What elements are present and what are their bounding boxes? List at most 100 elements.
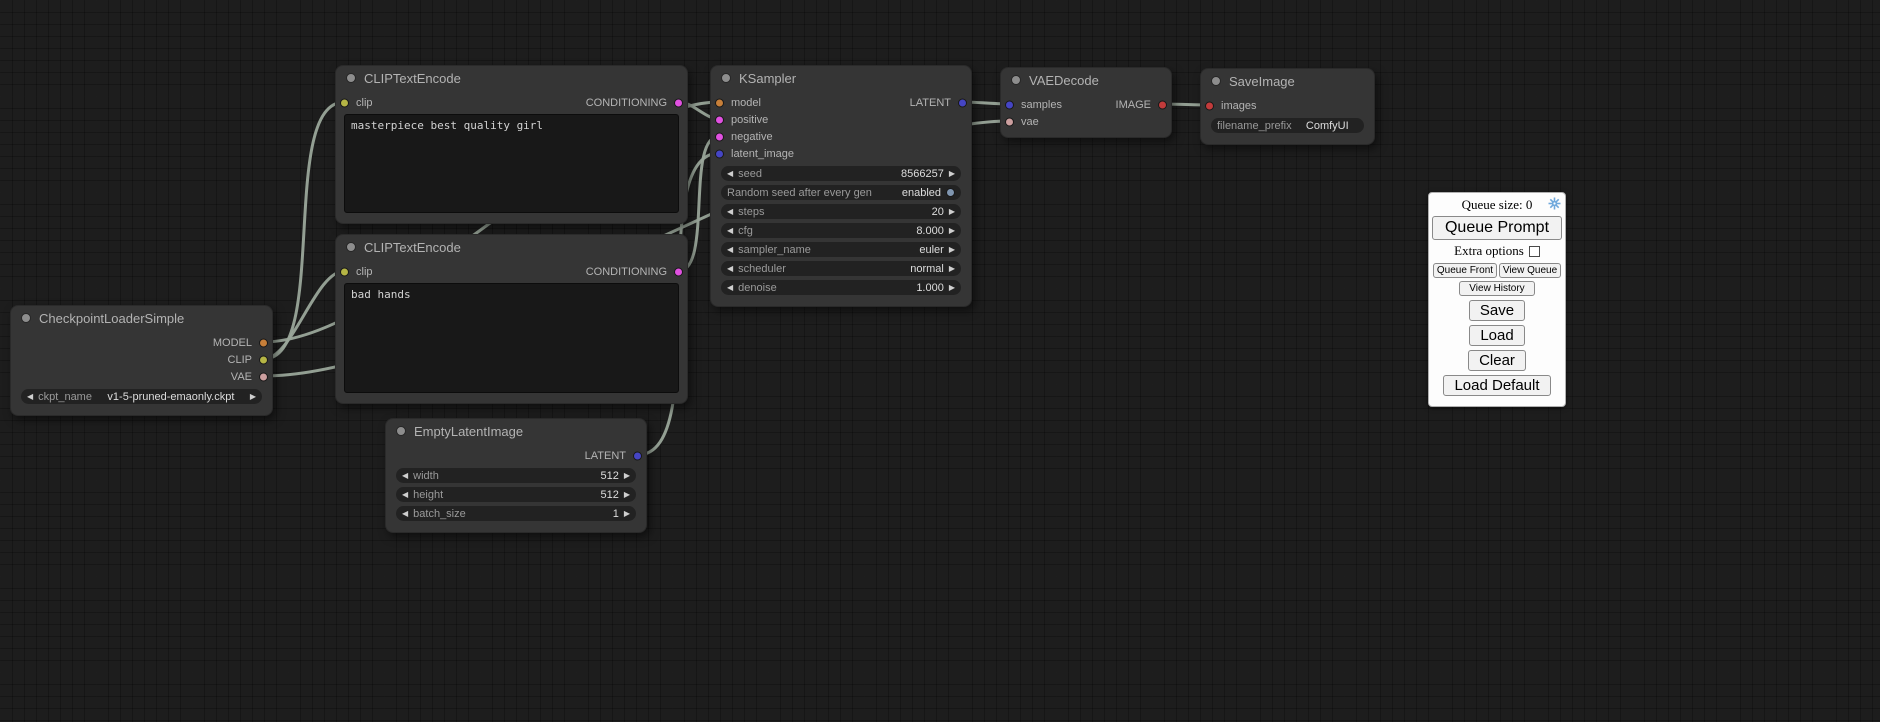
decrement-arrow-icon[interactable]: ◀ — [727, 208, 733, 216]
decrement-arrow-icon[interactable]: ◀ — [402, 510, 408, 518]
decrement-arrow-icon[interactable]: ◀ — [402, 491, 408, 499]
node-status-dot[interactable] — [396, 426, 406, 436]
negative-input-port[interactable] — [715, 132, 724, 141]
extra-options-checkbox[interactable] — [1529, 246, 1540, 257]
decrement-arrow-icon[interactable]: ◀ — [727, 227, 733, 235]
clip-input-port[interactable] — [340, 98, 349, 107]
filename-prefix-widget[interactable]: filename_prefix ComfyUI — [1211, 118, 1364, 133]
widget-label: scheduler — [738, 263, 786, 275]
vae-input-port[interactable] — [1005, 117, 1014, 126]
node-title: EmptyLatentImage — [414, 424, 523, 439]
node-title-bar[interactable]: KSampler — [711, 66, 971, 90]
model-output-port[interactable] — [259, 338, 268, 347]
seed-widget[interactable]: ◀ seed 8566257 ▶ — [721, 166, 961, 181]
node-title-bar[interactable]: CheckpointLoaderSimple — [11, 306, 272, 330]
model-input-label: model — [731, 97, 761, 109]
images-input-port[interactable] — [1205, 101, 1214, 110]
node-status-dot[interactable] — [21, 313, 31, 323]
node-save-image[interactable]: SaveImage images filename_prefix ComfyUI — [1200, 68, 1375, 145]
save-button[interactable]: Save — [1469, 300, 1525, 321]
samples-input-label: samples — [1021, 99, 1062, 111]
decrement-arrow-icon[interactable]: ◀ — [27, 393, 33, 401]
node-status-dot[interactable] — [346, 73, 356, 83]
widget-label: ckpt_name — [38, 391, 92, 403]
load-button[interactable]: Load — [1469, 325, 1524, 346]
node-status-dot[interactable] — [721, 73, 731, 83]
node-ksampler[interactable]: KSampler model LATENT positive negative … — [710, 65, 972, 307]
node-title-bar[interactable]: CLIPTextEncode — [336, 66, 687, 90]
node-vae-decode[interactable]: VAEDecode samples IMAGE vae — [1000, 67, 1172, 138]
ckpt-name-widget[interactable]: ◀ ckpt_name v1-5-pruned-emaonly.ckpt ▶ — [21, 389, 262, 404]
view-history-button[interactable]: View History — [1459, 281, 1535, 296]
node-checkpoint-loader[interactable]: CheckpointLoaderSimple MODEL CLIP VAE ◀ … — [10, 305, 273, 416]
image-output-port[interactable] — [1158, 100, 1167, 109]
model-output-label: MODEL — [213, 337, 252, 349]
conditioning-output-label: CONDITIONING — [586, 266, 667, 278]
widget-value: normal — [910, 263, 944, 275]
link-clip-to-positive-encode — [264, 102, 345, 359]
toggle-indicator[interactable] — [946, 188, 955, 197]
negative-prompt-textarea[interactable]: bad hands — [344, 283, 679, 393]
steps-widget[interactable]: ◀ steps 20 ▶ — [721, 204, 961, 219]
node-title-bar[interactable]: SaveImage — [1201, 69, 1374, 93]
increment-arrow-icon[interactable]: ▶ — [949, 208, 955, 216]
increment-arrow-icon[interactable]: ▶ — [624, 510, 630, 518]
widget-label: batch_size — [413, 508, 466, 520]
width-widget[interactable]: ◀ width 512 ▶ — [396, 468, 636, 483]
node-status-dot[interactable] — [346, 242, 356, 252]
widget-value: euler — [919, 244, 943, 256]
batch-size-widget[interactable]: ◀ batch_size 1 ▶ — [396, 506, 636, 521]
decrement-arrow-icon[interactable]: ◀ — [727, 284, 733, 292]
latent-output-port[interactable] — [958, 98, 967, 107]
latent-image-input-port[interactable] — [715, 149, 724, 158]
vae-input-label: vae — [1021, 116, 1039, 128]
widget-value: 1 — [613, 508, 619, 520]
node-status-dot[interactable] — [1011, 75, 1021, 85]
samples-input-port[interactable] — [1005, 100, 1014, 109]
increment-arrow-icon[interactable]: ▶ — [949, 265, 955, 273]
clip-input-port[interactable] — [340, 267, 349, 276]
scheduler-widget[interactable]: ◀ scheduler normal ▶ — [721, 261, 961, 276]
clear-button[interactable]: Clear — [1468, 350, 1526, 371]
model-input-port[interactable] — [715, 98, 724, 107]
increment-arrow-icon[interactable]: ▶ — [624, 472, 630, 480]
queue-front-button[interactable]: Queue Front — [1433, 263, 1497, 278]
random-seed-toggle-widget[interactable]: Random seed after every gen enabled — [721, 185, 961, 200]
cfg-widget[interactable]: ◀ cfg 8.000 ▶ — [721, 223, 961, 238]
positive-prompt-textarea[interactable]: masterpiece best quality girl — [344, 114, 679, 213]
node-empty-latent-image[interactable]: EmptyLatentImage LATENT ◀ width 512 ▶ ◀ … — [385, 418, 647, 533]
latent-output-port[interactable] — [633, 451, 642, 460]
queue-prompt-button[interactable]: Queue Prompt — [1432, 216, 1562, 240]
increment-arrow-icon[interactable]: ▶ — [949, 284, 955, 292]
node-status-dot[interactable] — [1211, 76, 1221, 86]
node-title: CLIPTextEncode — [364, 240, 461, 255]
node-title-bar[interactable]: CLIPTextEncode — [336, 235, 687, 259]
decrement-arrow-icon[interactable]: ◀ — [727, 170, 733, 178]
vae-output-port[interactable] — [259, 372, 268, 381]
load-default-button[interactable]: Load Default — [1443, 375, 1550, 396]
increment-arrow-icon[interactable]: ▶ — [949, 170, 955, 178]
decrement-arrow-icon[interactable]: ◀ — [727, 246, 733, 254]
conditioning-output-port[interactable] — [674, 98, 683, 107]
increment-arrow-icon[interactable]: ▶ — [949, 246, 955, 254]
positive-input-port[interactable] — [715, 115, 724, 124]
sampler-name-widget[interactable]: ◀ sampler_name euler ▶ — [721, 242, 961, 257]
node-title: KSampler — [739, 71, 796, 86]
widget-value: 512 — [600, 470, 618, 482]
decrement-arrow-icon[interactable]: ◀ — [727, 265, 733, 273]
decrement-arrow-icon[interactable]: ◀ — [402, 472, 408, 480]
node-clip-text-encode-negative[interactable]: CLIPTextEncode clip CONDITIONING bad han… — [335, 234, 688, 404]
view-queue-button[interactable]: View Queue — [1499, 263, 1561, 278]
node-title-bar[interactable]: EmptyLatentImage — [386, 419, 646, 443]
denoise-widget[interactable]: ◀ denoise 1.000 ▶ — [721, 280, 961, 295]
height-widget[interactable]: ◀ height 512 ▶ — [396, 487, 636, 502]
conditioning-output-port[interactable] — [674, 267, 683, 276]
node-clip-text-encode-positive[interactable]: CLIPTextEncode clip CONDITIONING masterp… — [335, 65, 688, 224]
clip-output-port[interactable] — [259, 355, 268, 364]
vae-output-label: VAE — [231, 371, 252, 383]
increment-arrow-icon[interactable]: ▶ — [949, 227, 955, 235]
increment-arrow-icon[interactable]: ▶ — [250, 393, 256, 401]
increment-arrow-icon[interactable]: ▶ — [624, 491, 630, 499]
node-title-bar[interactable]: VAEDecode — [1001, 68, 1171, 92]
settings-gear-icon[interactable] — [1548, 197, 1561, 210]
